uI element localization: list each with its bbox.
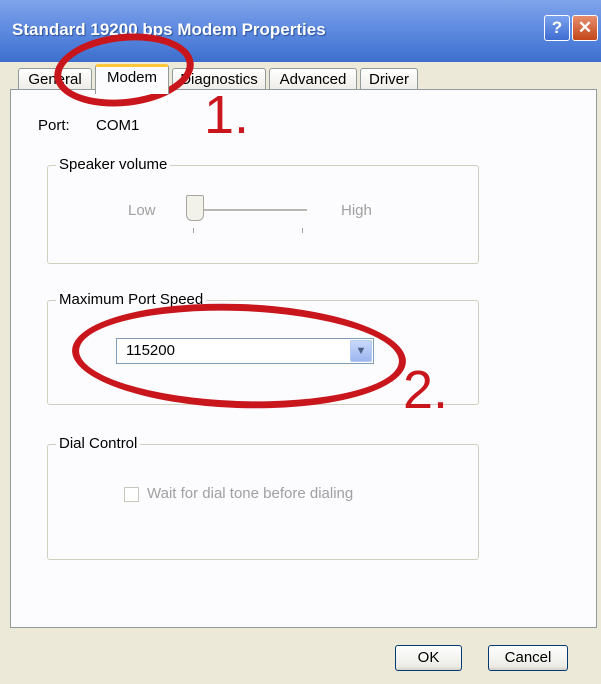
dial-control-group: Dial Control	[47, 435, 479, 560]
cancel-button[interactable]: Cancel	[488, 645, 568, 671]
speaker-volume-label: Speaker volume	[56, 156, 171, 173]
volume-tick-low	[193, 228, 194, 233]
tab-advanced[interactable]: Advanced	[269, 68, 357, 91]
volume-slider-thumb[interactable]	[186, 195, 204, 221]
close-button[interactable]: ✕	[572, 15, 598, 41]
annotation-step-2: 2.	[403, 360, 449, 420]
help-icon: ?	[551, 18, 563, 37]
tab-modem[interactable]: Modem	[95, 64, 169, 94]
port-label: Port:	[38, 117, 70, 134]
ok-button[interactable]: OK	[395, 645, 462, 671]
annotation-step-1: 1.	[204, 85, 250, 145]
dial-control-label: Dial Control	[56, 435, 141, 452]
speaker-volume-group: Speaker volume	[47, 156, 479, 264]
volume-tick-high	[302, 228, 303, 233]
volume-low-label: Low	[128, 202, 156, 219]
modem-properties-dialog: Standard 19200 bps Modem Properties ? ✕ …	[0, 0, 601, 684]
close-icon: ✕	[577, 18, 593, 37]
port-value: COM1	[96, 117, 140, 134]
volume-slider-track	[189, 209, 307, 212]
wait-dial-tone-label: Wait for dial tone before dialing	[147, 485, 354, 502]
window-title: Standard 19200 bps Modem Properties	[12, 20, 326, 39]
volume-high-label: High	[341, 202, 372, 219]
wait-dial-tone-checkbox[interactable]	[124, 487, 139, 502]
help-button[interactable]: ?	[544, 15, 570, 41]
tab-driver[interactable]: Driver	[360, 68, 418, 91]
